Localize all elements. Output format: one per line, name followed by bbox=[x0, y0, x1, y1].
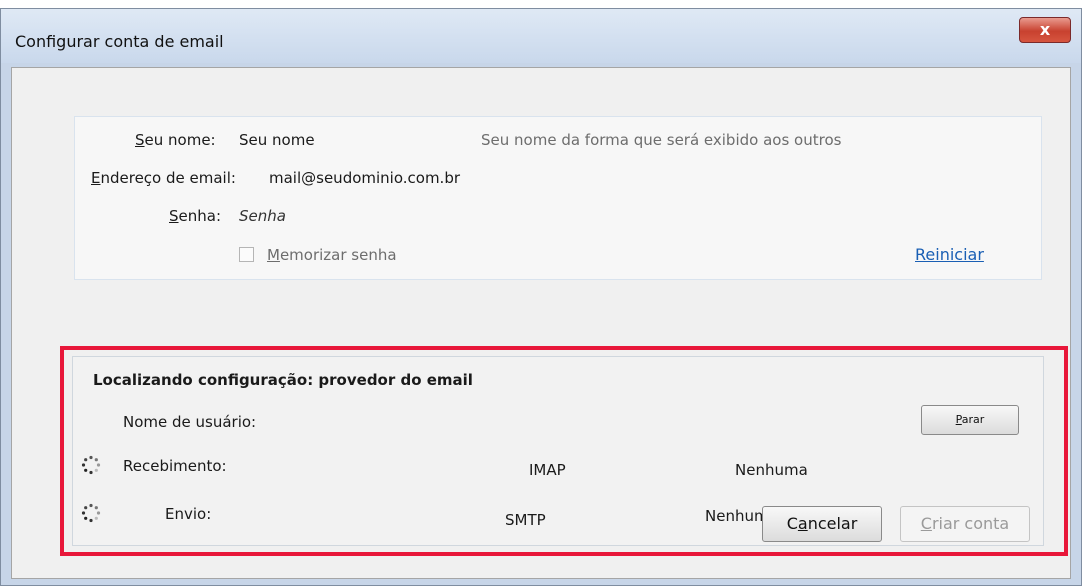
name-field[interactable]: Seu nome bbox=[239, 131, 315, 149]
email-field[interactable]: mail@seudominio.com.br bbox=[269, 169, 460, 187]
close-icon: x bbox=[1039, 20, 1051, 39]
remember-password-checkbox[interactable] bbox=[239, 247, 254, 262]
window-title: Configurar conta de email bbox=[15, 32, 224, 51]
password-field[interactable]: Senha bbox=[239, 207, 286, 225]
cancel-button[interactable]: Cancelar bbox=[762, 506, 882, 542]
email-label: Endereço de email: bbox=[91, 169, 236, 187]
name-hint: Seu nome da forma que será exibido aos o… bbox=[481, 131, 842, 149]
create-account-button[interactable]: Criar conta bbox=[900, 506, 1030, 542]
account-form: Seu nome: Seu nome Seu nome da forma que… bbox=[74, 116, 1042, 280]
dialog-body: Seu nome: Seu nome Seu nome da forma que… bbox=[11, 67, 1071, 579]
close-button[interactable]: x bbox=[1019, 17, 1071, 43]
name-label: Seu nome: bbox=[135, 131, 216, 149]
account-setup-dialog: Configurar conta de email x Seu nome: Se… bbox=[0, 8, 1082, 586]
password-label: Senha: bbox=[169, 207, 222, 225]
reset-link[interactable]: Reiniciar bbox=[915, 245, 984, 264]
remember-password-label[interactable]: Memorizar senha bbox=[267, 246, 397, 264]
title-bar: Configurar conta de email x bbox=[1, 9, 1081, 63]
